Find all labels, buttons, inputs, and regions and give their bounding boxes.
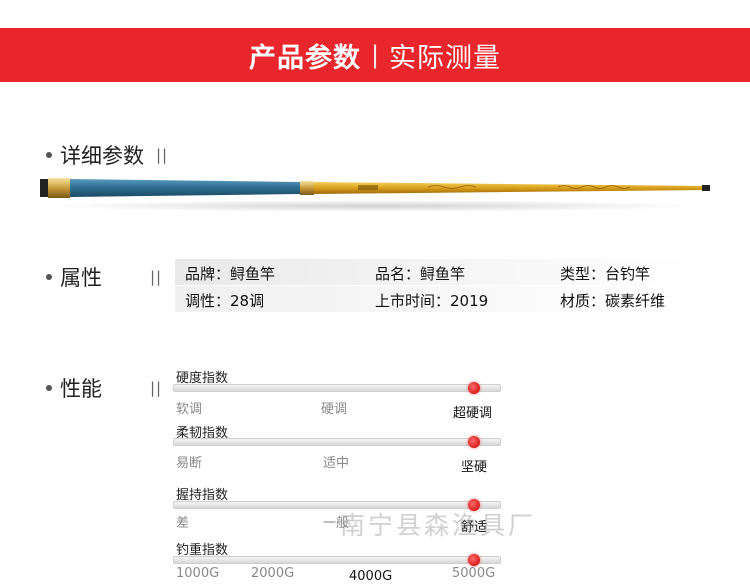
hardness-tick-soft: 软调 <box>176 402 203 417</box>
divider-bars: || <box>150 379 163 397</box>
brand-cell: 品牌：鲟鱼竿 <box>185 265 276 283</box>
load-knob <box>467 554 480 566</box>
performance-heading-text: 性能 <box>60 377 102 401</box>
hardness-knob <box>467 382 480 394</box>
banner-subtitle: 实际测量 <box>389 42 502 74</box>
load-tick-4000g: 4000G <box>349 569 393 584</box>
toughness-tick-moderate: 适中 <box>323 456 350 471</box>
banner-separator: | <box>370 41 380 69</box>
divider-bars: || <box>150 268 163 286</box>
load-tick-2000g: 2000G <box>251 566 295 581</box>
watermark-text: 南宁县森渔具厂 <box>340 511 537 540</box>
banner-title: 产品参数 | 实际测量 <box>0 28 750 82</box>
attributes-heading: 属性 || <box>46 262 162 292</box>
toughness-knob <box>467 436 480 448</box>
details-heading-text: 详细参数 <box>60 144 144 168</box>
header-banner: 产品参数 | 实际测量 <box>0 28 750 82</box>
bullet-icon <box>46 385 52 391</box>
load-tick-1000g: 1000G <box>176 566 220 581</box>
action-cell: 调性：28调 <box>185 292 265 310</box>
type-cell: 类型：台钓竿 <box>560 265 651 283</box>
hardness-tick-hard: 硬调 <box>321 402 348 417</box>
release-year-cell: 上市时间：2019 <box>375 292 489 310</box>
grip-tick-poor: 差 <box>176 516 190 531</box>
bullet-icon <box>46 274 52 280</box>
divider-bars: || <box>156 146 169 164</box>
toughness-tick-brittle: 易断 <box>176 456 203 471</box>
rod-shadow <box>48 200 698 212</box>
bullet-icon <box>46 152 52 158</box>
load-tick-5000g: 5000G <box>452 566 496 581</box>
product-name-cell: 品名：鲟鱼竿 <box>375 265 466 283</box>
details-heading: 详细参数 || <box>46 140 168 170</box>
hardness-slider <box>173 382 501 394</box>
banner-main-title: 产品参数 <box>248 42 361 74</box>
material-cell: 材质：碳素纤维 <box>560 292 666 310</box>
performance-heading: 性能 || <box>46 373 162 403</box>
load-slider <box>173 554 501 566</box>
attribute-row: 调性：28调 上市时间：2019 材质：碳素纤维 <box>175 286 690 312</box>
toughness-slider <box>173 436 501 448</box>
attributes-heading-text: 属性 <box>60 266 102 290</box>
attribute-row: 品牌：鲟鱼竿 品名：鲟鱼竿 类型：台钓竿 <box>175 259 690 285</box>
hardness-tick-extra-hard: 超硬调 <box>453 406 493 421</box>
toughness-tick-solid: 坚硬 <box>461 460 488 475</box>
fishing-rod-image <box>38 172 718 212</box>
